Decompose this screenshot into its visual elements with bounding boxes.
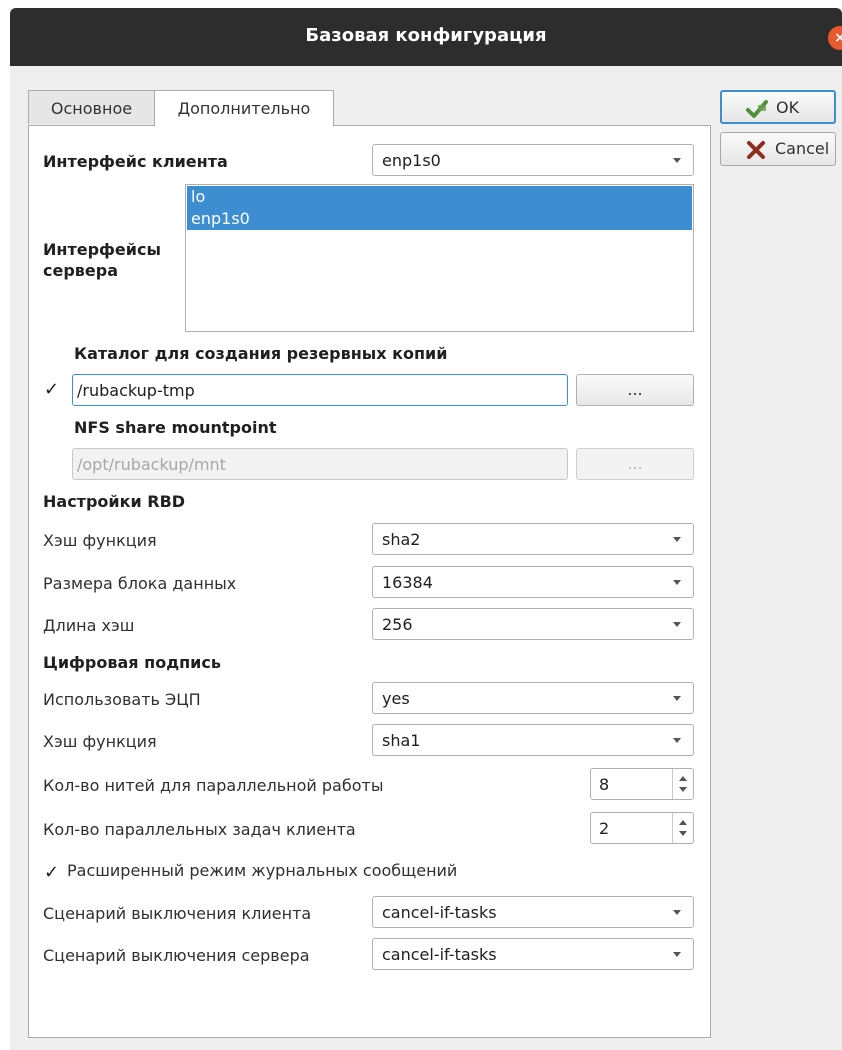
tab-panel-advanced: Интерфейс клиента enp1s0 Интерфейсы серв… — [28, 125, 711, 1038]
client-interface-label: Интерфейс клиента — [43, 152, 228, 171]
tab-advanced[interactable]: Дополнительно — [154, 90, 334, 126]
chevron-down-icon — [673, 622, 681, 627]
backup-dir-input[interactable]: /rubackup-tmp — [72, 374, 568, 406]
threads-spinbox[interactable]: 8 — [590, 768, 694, 800]
chevron-down-icon — [673, 738, 681, 743]
rbd-section-title: Настройки RBD — [43, 492, 186, 511]
shutdown-client-select[interactable]: cancel-if-tasks — [372, 896, 694, 928]
shutdown-server-label: Сценарий выключения сервера — [43, 946, 310, 965]
backup-dir-checkbox[interactable]: ✓ — [44, 381, 62, 399]
ok-button-label: OK — [776, 98, 800, 117]
spin-down-icon[interactable] — [679, 831, 687, 836]
ok-check-icon — [746, 98, 768, 118]
cancel-button-label: Cancel — [775, 139, 830, 158]
signature-use-label: Использовать ЭЦП — [43, 690, 201, 709]
nfs-label: NFS share mountpoint — [74, 418, 277, 437]
rbd-block-select[interactable]: 16384 — [372, 566, 694, 598]
chevron-down-icon — [673, 910, 681, 915]
rbd-block-label: Размера блока данных — [43, 574, 237, 593]
backup-dir-browse-button[interactable]: ... — [576, 374, 694, 406]
backup-dir-label: Каталог для создания резервных копий — [74, 344, 448, 363]
ok-button[interactable]: OK — [720, 90, 836, 124]
rbd-block-value: 16384 — [382, 573, 433, 592]
shutdown-client-label: Сценарий выключения клиента — [43, 904, 312, 923]
rbd-length-value: 256 — [382, 615, 413, 634]
client-interface-value: enp1s0 — [382, 151, 441, 170]
cancel-button[interactable]: Cancel — [720, 132, 836, 166]
signature-hash-value: sha1 — [382, 731, 421, 750]
cancel-x-icon — [745, 139, 767, 159]
extended-log-label: Расширенный режим журнальных сообщений — [67, 861, 458, 880]
chevron-down-icon — [673, 696, 681, 701]
extended-log-checkbox[interactable]: ✓ — [44, 864, 62, 882]
window-title: Базовая конфигурация — [305, 25, 547, 46]
rbd-length-select[interactable]: 256 — [372, 608, 694, 640]
list-item-lo[interactable]: lo — [187, 186, 692, 208]
server-interfaces-list[interactable]: lo enp1s0 — [185, 184, 694, 332]
list-item-enp1s0[interactable]: enp1s0 — [187, 208, 692, 230]
shutdown-server-select[interactable]: cancel-if-tasks — [372, 938, 694, 970]
shutdown-client-value: cancel-if-tasks — [382, 903, 497, 922]
rbd-hash-label: Хэш функция — [43, 531, 157, 550]
threads-label: Кол-во нитей для параллельной работы — [43, 776, 384, 795]
config-dialog: Базовая конфигурация × Основное Дополнит… — [10, 8, 842, 1050]
signature-section-title: Цифровая подпись — [43, 653, 221, 672]
rbd-hash-value: sha2 — [382, 530, 421, 549]
rbd-hash-select[interactable]: sha2 — [372, 523, 694, 555]
spin-arrows[interactable] — [672, 769, 693, 799]
tab-main[interactable]: Основное — [28, 90, 155, 124]
close-icon[interactable]: × — [828, 26, 842, 50]
tasks-spinbox[interactable]: 2 — [590, 812, 694, 844]
signature-hash-label: Хэш функция — [43, 732, 157, 751]
server-interfaces-label-line2: сервера — [43, 261, 119, 280]
server-interfaces-label-line1: Интерфейсы — [43, 240, 161, 259]
title-bar: Базовая конфигурация × — [10, 8, 842, 66]
shutdown-server-value: cancel-if-tasks — [382, 945, 497, 964]
threads-value: 8 — [599, 775, 610, 794]
rbd-length-label: Длина хэш — [43, 616, 135, 635]
spin-up-icon[interactable] — [679, 776, 687, 781]
nfs-input[interactable]: /opt/rubackup/mnt — [72, 448, 568, 480]
chevron-down-icon — [673, 537, 681, 542]
dialog-content: Основное Дополнительно Интерфейс клиента… — [10, 66, 842, 1050]
signature-use-select[interactable]: yes — [372, 682, 694, 714]
chevron-down-icon — [673, 158, 681, 163]
signature-hash-select[interactable]: sha1 — [372, 724, 694, 756]
spin-arrows[interactable] — [672, 813, 693, 843]
tasks-value: 2 — [599, 819, 610, 838]
client-interface-select[interactable]: enp1s0 — [372, 144, 694, 176]
chevron-down-icon — [673, 580, 681, 585]
chevron-down-icon — [673, 952, 681, 957]
spin-down-icon[interactable] — [679, 787, 687, 792]
tasks-label: Кол-во параллельных задач клиента — [43, 820, 356, 839]
spin-up-icon[interactable] — [679, 820, 687, 825]
nfs-browse-button[interactable]: ... — [576, 448, 694, 480]
signature-use-value: yes — [382, 689, 410, 708]
